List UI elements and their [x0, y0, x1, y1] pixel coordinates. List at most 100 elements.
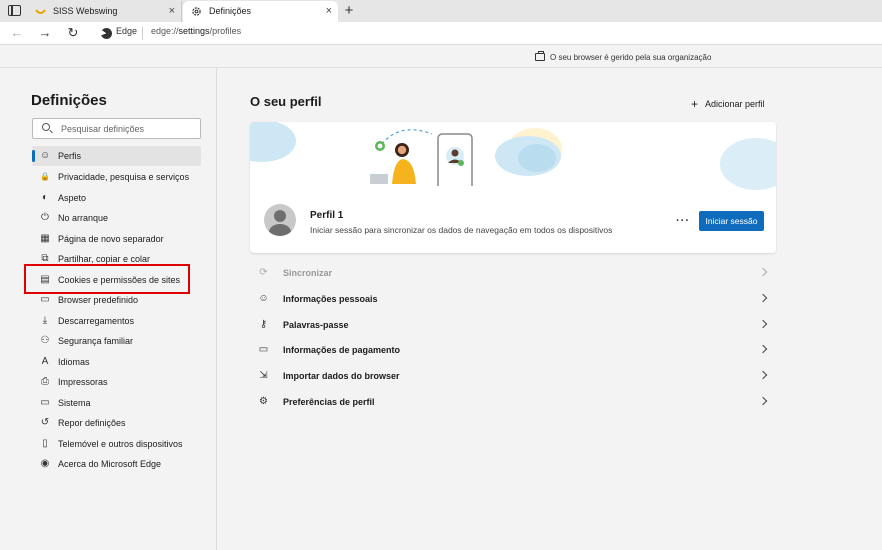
sidebar-item-perfis[interactable]: ☺ Perfis — [32, 146, 201, 166]
chevron-right-icon — [758, 267, 768, 277]
sidebar-item-label: Idiomas — [58, 357, 90, 367]
row-informacoes-pessoais[interactable]: ☺ Informações pessoais — [250, 287, 776, 311]
settings-title: Definições — [31, 92, 107, 109]
sidebar-item-descarregamentos[interactable]: ⤓ Descarregamentos — [32, 311, 201, 331]
row-label: Preferências de perfil — [283, 397, 375, 407]
cloud-illustration — [518, 144, 556, 172]
plus-icon: + — [691, 97, 699, 111]
row-importar-dados[interactable]: ⇲ Importar dados do browser — [250, 364, 776, 388]
edge-icon: ◉ — [40, 458, 50, 469]
row-informacoes-pagamento[interactable]: ▭ Informações de pagamento — [250, 338, 776, 362]
close-tab-icon[interactable]: × — [169, 1, 175, 21]
url-field[interactable]: edge://settings/profiles — [151, 26, 241, 36]
profile-description: Iniciar sessão para sincronizar os dados… — [310, 225, 613, 235]
credit-card-icon: ▭ — [258, 344, 269, 355]
cloud-illustration — [720, 138, 776, 190]
row-label: Informações de pagamento — [283, 345, 401, 355]
tab-strip: SISS Webswing × Definições × + — [0, 0, 882, 22]
more-options-button[interactable]: ··· — [676, 215, 690, 227]
reload-button[interactable]: ↻ — [65, 25, 81, 41]
back-button[interactable]: ← — [9, 25, 25, 41]
appearance-icon: ◐ — [41, 192, 49, 203]
sidebar-item-label: Descarregamentos — [58, 316, 135, 326]
address-separator — [142, 27, 143, 40]
sync-icon: ⟳ — [259, 267, 268, 278]
sidebar-item-acerca[interactable]: ◉ Acerca do Microsoft Edge — [32, 454, 201, 474]
language-icon: A — [41, 356, 49, 367]
briefcase-icon — [535, 51, 545, 61]
chevron-right-icon — [758, 370, 768, 380]
new-tab-page-icon: ▦ — [40, 233, 50, 244]
row-label: Informações pessoais — [283, 294, 378, 304]
url-path: /profiles — [209, 26, 242, 36]
search-icon — [42, 123, 50, 131]
profile-illustration-icon — [370, 129, 473, 186]
add-profile-label: Adicionar perfil — [705, 99, 765, 109]
address-bar: ← → ↻ Edge edge://settings/profiles — [0, 22, 882, 45]
default-browser-icon: ▭ — [40, 294, 50, 305]
sidebar-item-label: Privacidade, pesquisa e serviços — [58, 172, 190, 182]
personal-info-icon: ☺ — [258, 293, 269, 304]
add-profile-button[interactable]: + Adicionar perfil — [691, 96, 765, 111]
chevron-right-icon — [758, 396, 768, 406]
sidebar-item-novo-separador[interactable]: ▦ Página de novo separador — [32, 229, 201, 249]
tab-siss-webswing[interactable]: SISS Webswing × — [27, 1, 182, 22]
tab-actions-icon[interactable] — [8, 5, 21, 16]
import-icon: ⇲ — [259, 370, 268, 381]
edge-logo-icon — [101, 28, 112, 39]
tab-definicoes[interactable]: Definições × — [183, 1, 338, 22]
close-tab-icon[interactable]: × — [326, 1, 332, 21]
chevron-right-icon — [758, 344, 768, 354]
sidebar-item-sistema[interactable]: ▭ Sistema — [32, 393, 201, 413]
site-identity[interactable]: Edge — [116, 26, 137, 36]
settings-main: O seu perfil + Adicionar perfil Perfil 1… — [218, 68, 882, 550]
row-label: Sincronizar — [283, 268, 333, 278]
power-icon: ⏻ — [41, 212, 49, 223]
cloud-illustration — [250, 122, 296, 162]
profile-banner — [250, 122, 776, 190]
sidebar-item-label: Acerca do Microsoft Edge — [58, 459, 162, 469]
chevron-right-icon — [758, 319, 768, 329]
sidebar-item-telemovel[interactable]: ▯ Telemóvel e outros dispositivos — [32, 434, 201, 454]
download-icon: ⤓ — [42, 315, 48, 326]
sidebar-item-repor-definicoes[interactable]: ↺ Repor definições — [32, 413, 201, 433]
url-scheme: edge:// — [151, 26, 179, 36]
profile-card: Perfil 1 Iniciar sessão para sincronizar… — [250, 122, 776, 253]
sidebar-item-label: No arranque — [58, 213, 109, 223]
printer-icon: ⎙ — [41, 376, 49, 387]
sign-in-button[interactable]: Iniciar sessão — [699, 211, 764, 231]
search-box[interactable] — [32, 118, 201, 139]
sidebar-item-label: Segurança familiar — [58, 336, 134, 346]
sidebar-item-label: Impressoras — [58, 377, 108, 387]
tab-label: Definições — [209, 6, 252, 16]
settings-sidebar: Definições ☺ Perfis 🔒 Privacidade, pesqu… — [0, 68, 217, 550]
row-palavras-passe[interactable]: ⚷ Palavras-passe — [250, 313, 776, 337]
profile-prefs-icon: ⚙ — [259, 396, 268, 407]
sidebar-item-label: Telemóvel e outros dispositivos — [58, 439, 183, 449]
managed-notice[interactable]: O seu browser é gerido pela sua organiza… — [550, 53, 711, 62]
sidebar-item-seguranca-familiar[interactable]: ⚇ Segurança familiar — [32, 331, 201, 351]
reset-icon: ↺ — [40, 417, 50, 428]
highlight-box — [24, 264, 190, 294]
row-label: Palavras-passe — [283, 320, 349, 330]
sidebar-item-label: Aspeto — [58, 193, 87, 203]
share-icon: ⧉ — [41, 253, 49, 264]
sidebar-item-idiomas[interactable]: A Idiomas — [32, 352, 201, 372]
page-title: O seu perfil — [250, 94, 322, 109]
sidebar-item-no-arranque[interactable]: ⏻ No arranque — [32, 208, 201, 228]
sidebar-item-label: Perfis — [58, 151, 82, 161]
sidebar-item-label: Repor definições — [58, 418, 126, 428]
row-preferencias-perfil[interactable]: ⚙ Preferências de perfil — [250, 390, 776, 414]
new-tab-button[interactable]: + — [341, 0, 357, 22]
sidebar-item-privacidade[interactable]: 🔒 Privacidade, pesquisa e serviços — [32, 167, 201, 187]
row-label: Importar dados do browser — [283, 371, 400, 381]
avatar — [264, 204, 296, 236]
sidebar-item-label: Página de novo separador — [58, 234, 164, 244]
search-input[interactable] — [61, 122, 196, 136]
sidebar-item-impressoras[interactable]: ⎙ Impressoras — [32, 372, 201, 392]
sidebar-item-aspeto[interactable]: ◐ Aspeto — [32, 188, 201, 208]
row-sincronizar[interactable]: ⟳ Sincronizar — [250, 261, 776, 285]
forward-button[interactable]: → — [37, 25, 53, 41]
gear-icon — [192, 7, 201, 16]
family-icon: ⚇ — [40, 335, 50, 346]
